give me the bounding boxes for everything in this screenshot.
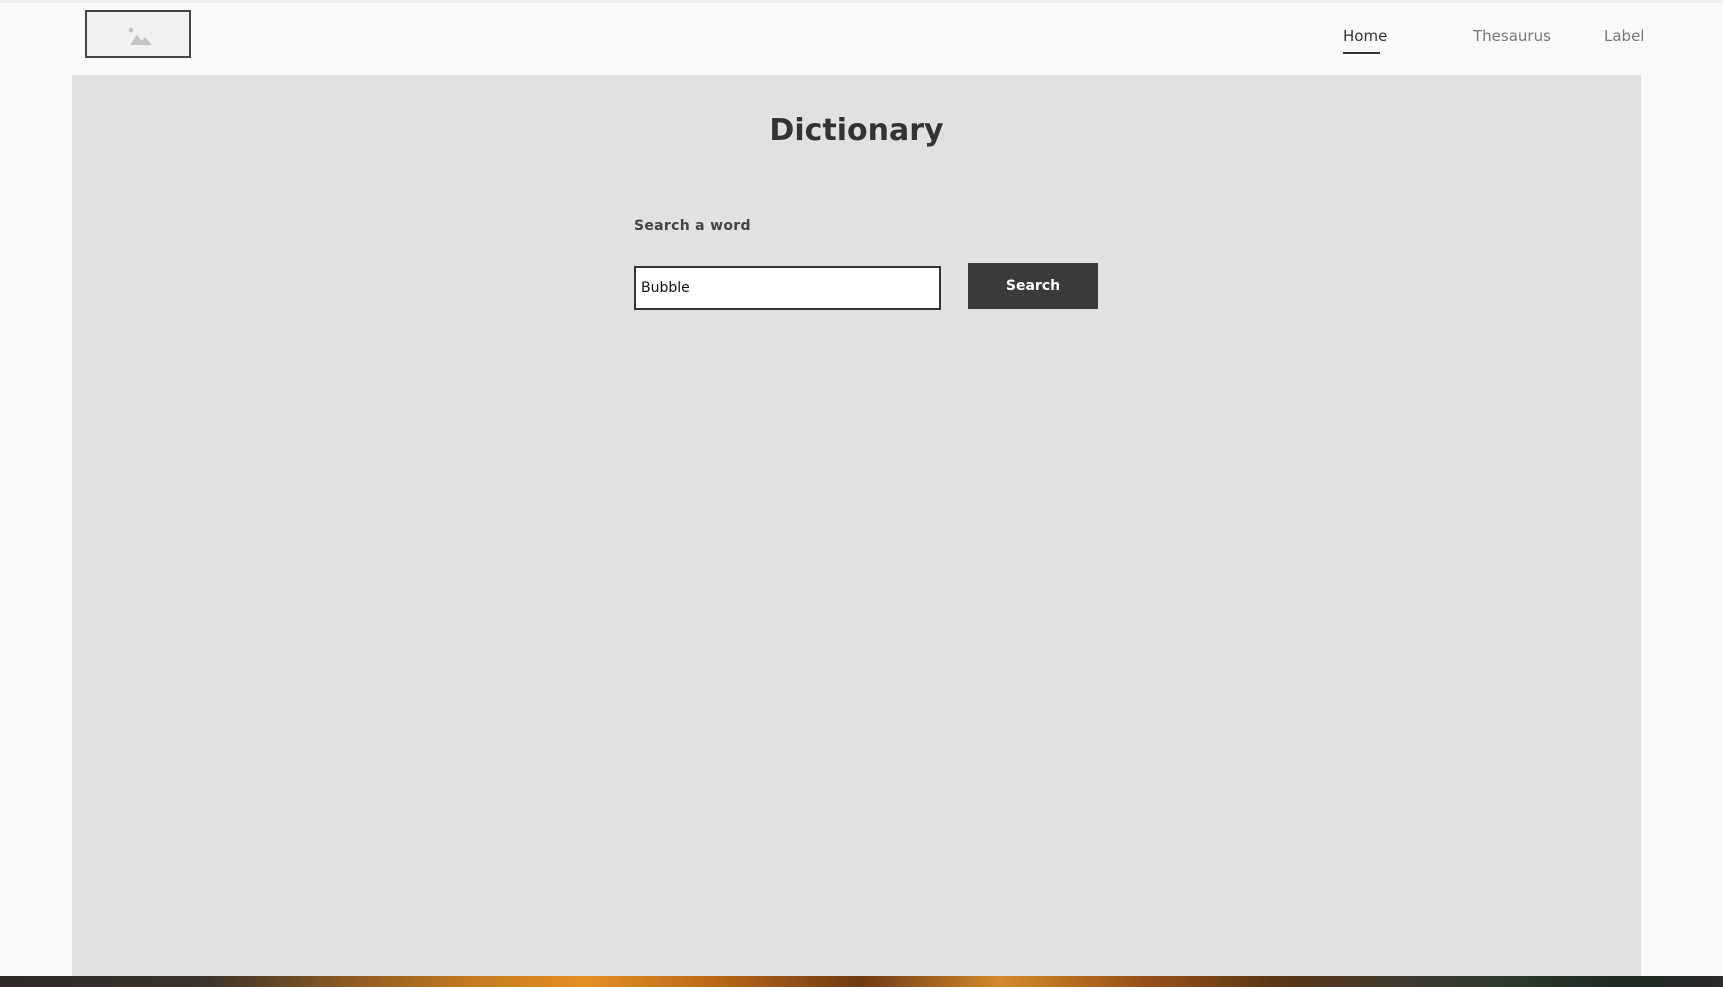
footer-background-image [0, 976, 1723, 987]
nav-thesaurus[interactable]: Thesaurus [1473, 27, 1551, 45]
nav-active-underline [1343, 52, 1380, 54]
page-title: Dictionary [769, 113, 944, 148]
main-panel: Dictionary Search a word Search [72, 75, 1641, 976]
image-placeholder-icon [128, 27, 152, 45]
nav-label[interactable]: Label [1604, 27, 1644, 45]
header: Home Thesaurus Label [0, 0, 1723, 75]
logo-image[interactable] [85, 10, 191, 58]
search-input[interactable] [634, 266, 941, 310]
nav-home[interactable]: Home [1343, 27, 1387, 45]
search-button[interactable]: Search [968, 263, 1098, 309]
search-label: Search a word [634, 218, 751, 234]
